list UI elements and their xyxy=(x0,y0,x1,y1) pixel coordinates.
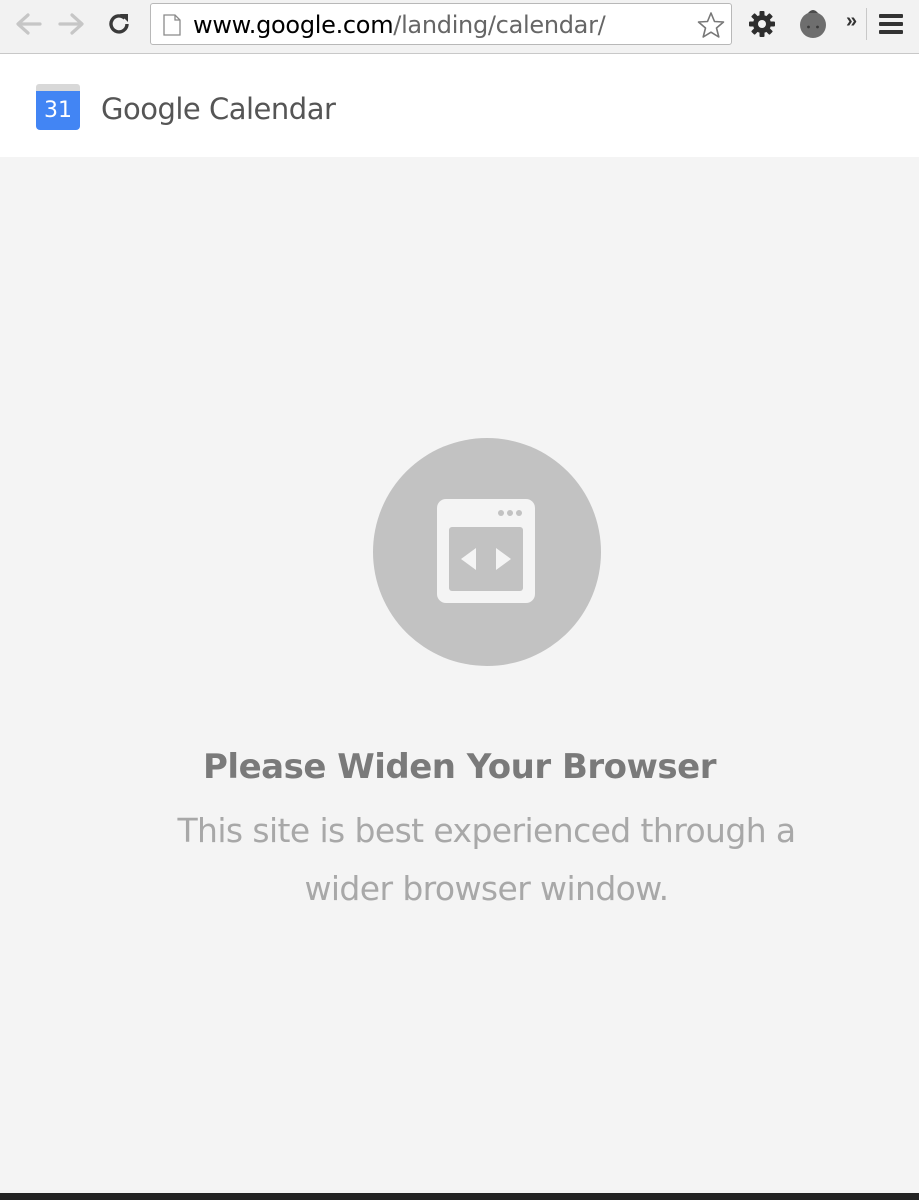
widen-browser-heading: Please Widen Your Browser xyxy=(203,747,717,787)
back-arrow-icon xyxy=(16,13,42,35)
window-bottom-edge xyxy=(0,1193,919,1200)
forward-arrow-icon xyxy=(58,13,84,35)
url-domain: www.google.com xyxy=(193,11,394,39)
site-header: 31 Google Calendar xyxy=(0,54,919,157)
reload-button[interactable] xyxy=(103,8,135,40)
toolbar-divider xyxy=(866,8,867,40)
url-text[interactable]: www.google.com/landing/calendar/ xyxy=(193,11,606,39)
widen-browser-icon xyxy=(437,499,535,603)
widen-browser-message: This site is best experienced through a … xyxy=(177,811,796,908)
menu-icon[interactable] xyxy=(878,12,904,36)
gear-icon[interactable] xyxy=(746,8,778,40)
reload-icon xyxy=(109,14,129,34)
calendar-logo[interactable]: 31 xyxy=(36,84,80,130)
widen-browser-illustration xyxy=(373,438,601,666)
main-content: Please Widen Your Browser This site is b… xyxy=(0,157,919,1193)
forward-button[interactable] xyxy=(56,8,88,40)
page-icon xyxy=(163,14,181,36)
browser-toolbar: www.google.com/landing/calendar/ » xyxy=(0,0,919,54)
extensions-overflow-button[interactable]: » xyxy=(846,10,857,33)
calendar-logo-day: 31 xyxy=(44,98,72,123)
app-title[interactable]: Google Calendar xyxy=(101,92,336,126)
url-path: /landing/calendar/ xyxy=(393,11,606,39)
address-bar[interactable]: www.google.com/landing/calendar/ xyxy=(150,3,732,45)
star-icon[interactable] xyxy=(697,11,725,39)
back-button[interactable] xyxy=(12,8,44,40)
extension-icon[interactable] xyxy=(796,7,830,41)
